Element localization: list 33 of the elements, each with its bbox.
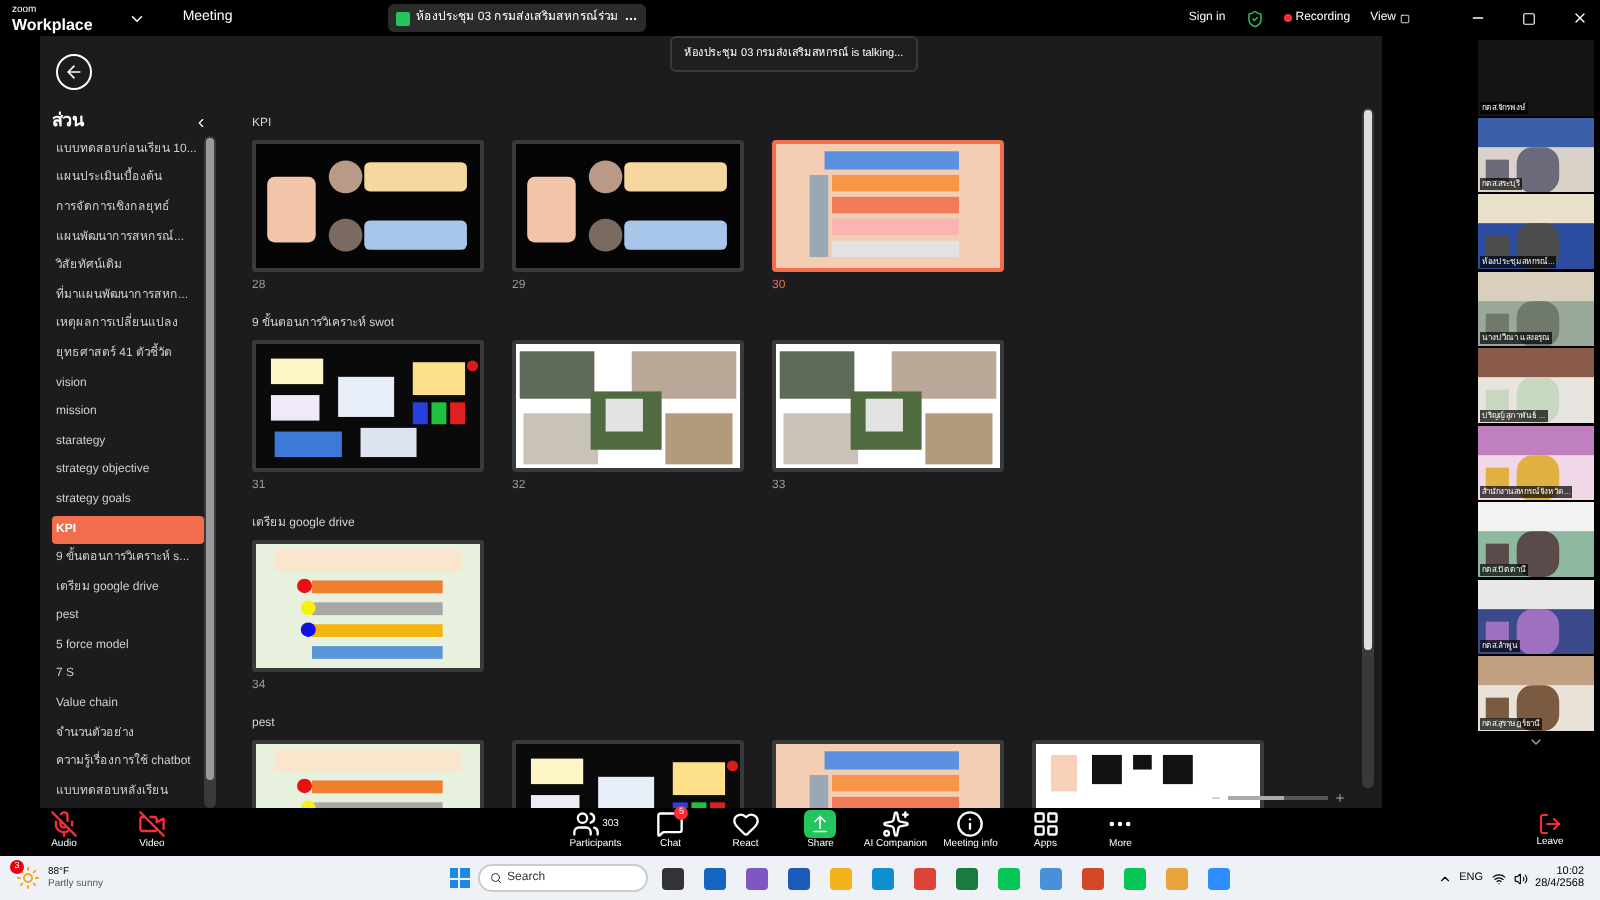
chat-bubble-icon — [656, 810, 685, 839]
sidebar-title: ส่วน — [52, 108, 84, 135]
search-icon — [489, 872, 502, 884]
shield-check-icon — [1245, 9, 1264, 27]
back-arrow-icon — [64, 62, 84, 82]
info-icon — [956, 810, 985, 839]
brand-name: Workplace — [12, 18, 93, 32]
wifi-icon[interactable] — [1491, 871, 1506, 885]
heart-icon — [731, 810, 760, 839]
taskbar-app-icon[interactable] — [661, 867, 684, 889]
taskbar-app-icon[interactable] — [955, 867, 978, 889]
people-icon — [572, 810, 601, 839]
start-icon[interactable] — [449, 868, 470, 888]
grid-view-icon — [1400, 13, 1410, 23]
maximize-icon[interactable] — [1522, 11, 1536, 25]
back-button[interactable] — [56, 54, 92, 90]
apps-icon — [1031, 810, 1060, 839]
chevron-up-icon[interactable] — [1437, 871, 1452, 885]
collapse-icon[interactable] — [194, 115, 208, 129]
taskbar-app-icon[interactable] — [787, 867, 810, 889]
exit-icon — [1538, 812, 1562, 837]
close-icon[interactable] — [1572, 10, 1588, 26]
taskbar-app-icon[interactable] — [703, 867, 726, 889]
meeting-pill-icon — [396, 11, 411, 25]
share-icon — [804, 810, 837, 839]
content-scrollbar[interactable] — [1362, 108, 1374, 788]
sparkle-icon — [881, 810, 910, 839]
camera-off-icon — [138, 810, 166, 839]
sidebar-scrollbar[interactable] — [204, 136, 216, 808]
weather-icon[interactable] — [16, 866, 40, 890]
speaker-icon[interactable] — [1513, 871, 1528, 885]
microphone-muted-icon — [50, 810, 78, 839]
zoom-in-icon[interactable] — [1334, 792, 1346, 804]
